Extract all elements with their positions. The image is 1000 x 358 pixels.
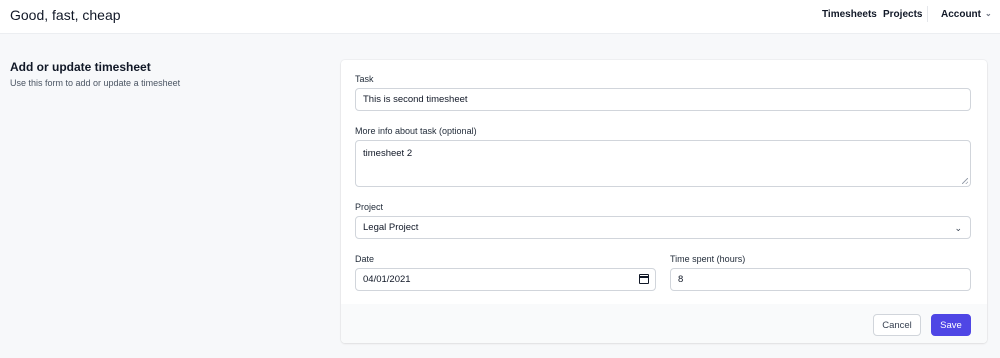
task-label: Task	[355, 74, 374, 84]
nav-divider	[927, 6, 928, 22]
top-navbar: Good, fast, cheap Timesheets Projects Ac…	[0, 0, 1000, 34]
time-spent-label: Time spent (hours)	[670, 254, 746, 264]
form-footer: Cancel Save	[341, 304, 987, 343]
task-input-value: This is second timesheet	[363, 94, 468, 105]
date-input[interactable]: 04/01/2021	[355, 268, 656, 291]
more-info-label: More info about task (optional)	[355, 126, 477, 136]
calendar-icon[interactable]	[639, 274, 649, 284]
task-input[interactable]: This is second timesheet	[355, 88, 971, 111]
nav-projects[interactable]: Projects	[883, 9, 922, 20]
nav-timesheets[interactable]: Timesheets	[822, 9, 877, 20]
date-input-value: 04/01/2021	[363, 274, 411, 285]
cancel-button[interactable]: Cancel	[873, 314, 921, 336]
more-info-value: timesheet 2	[363, 148, 413, 159]
account-label: Account	[941, 9, 981, 20]
time-spent-input[interactable]: 8	[670, 268, 971, 291]
project-select-value: Legal Project	[363, 222, 419, 233]
chevron-down-icon: ⌄	[985, 9, 992, 18]
save-button[interactable]: Save	[931, 314, 971, 336]
app-brand[interactable]: Good, fast, cheap	[10, 7, 121, 23]
chevron-down-icon: ⌄	[954, 223, 962, 233]
section-description: Use this form to add or update a timeshe…	[10, 78, 181, 88]
timesheet-form-card: Task This is second timesheet More info …	[341, 60, 987, 343]
section-title: Add or update timesheet	[10, 60, 151, 74]
account-menu[interactable]: Account ⌄	[941, 9, 992, 20]
resize-handle-icon[interactable]	[962, 178, 968, 184]
project-select[interactable]: Legal Project ⌄	[355, 216, 971, 239]
time-spent-value: 8	[678, 274, 684, 285]
date-label: Date	[355, 254, 375, 264]
project-label: Project	[355, 202, 384, 212]
more-info-textarea[interactable]: timesheet 2	[355, 140, 971, 187]
